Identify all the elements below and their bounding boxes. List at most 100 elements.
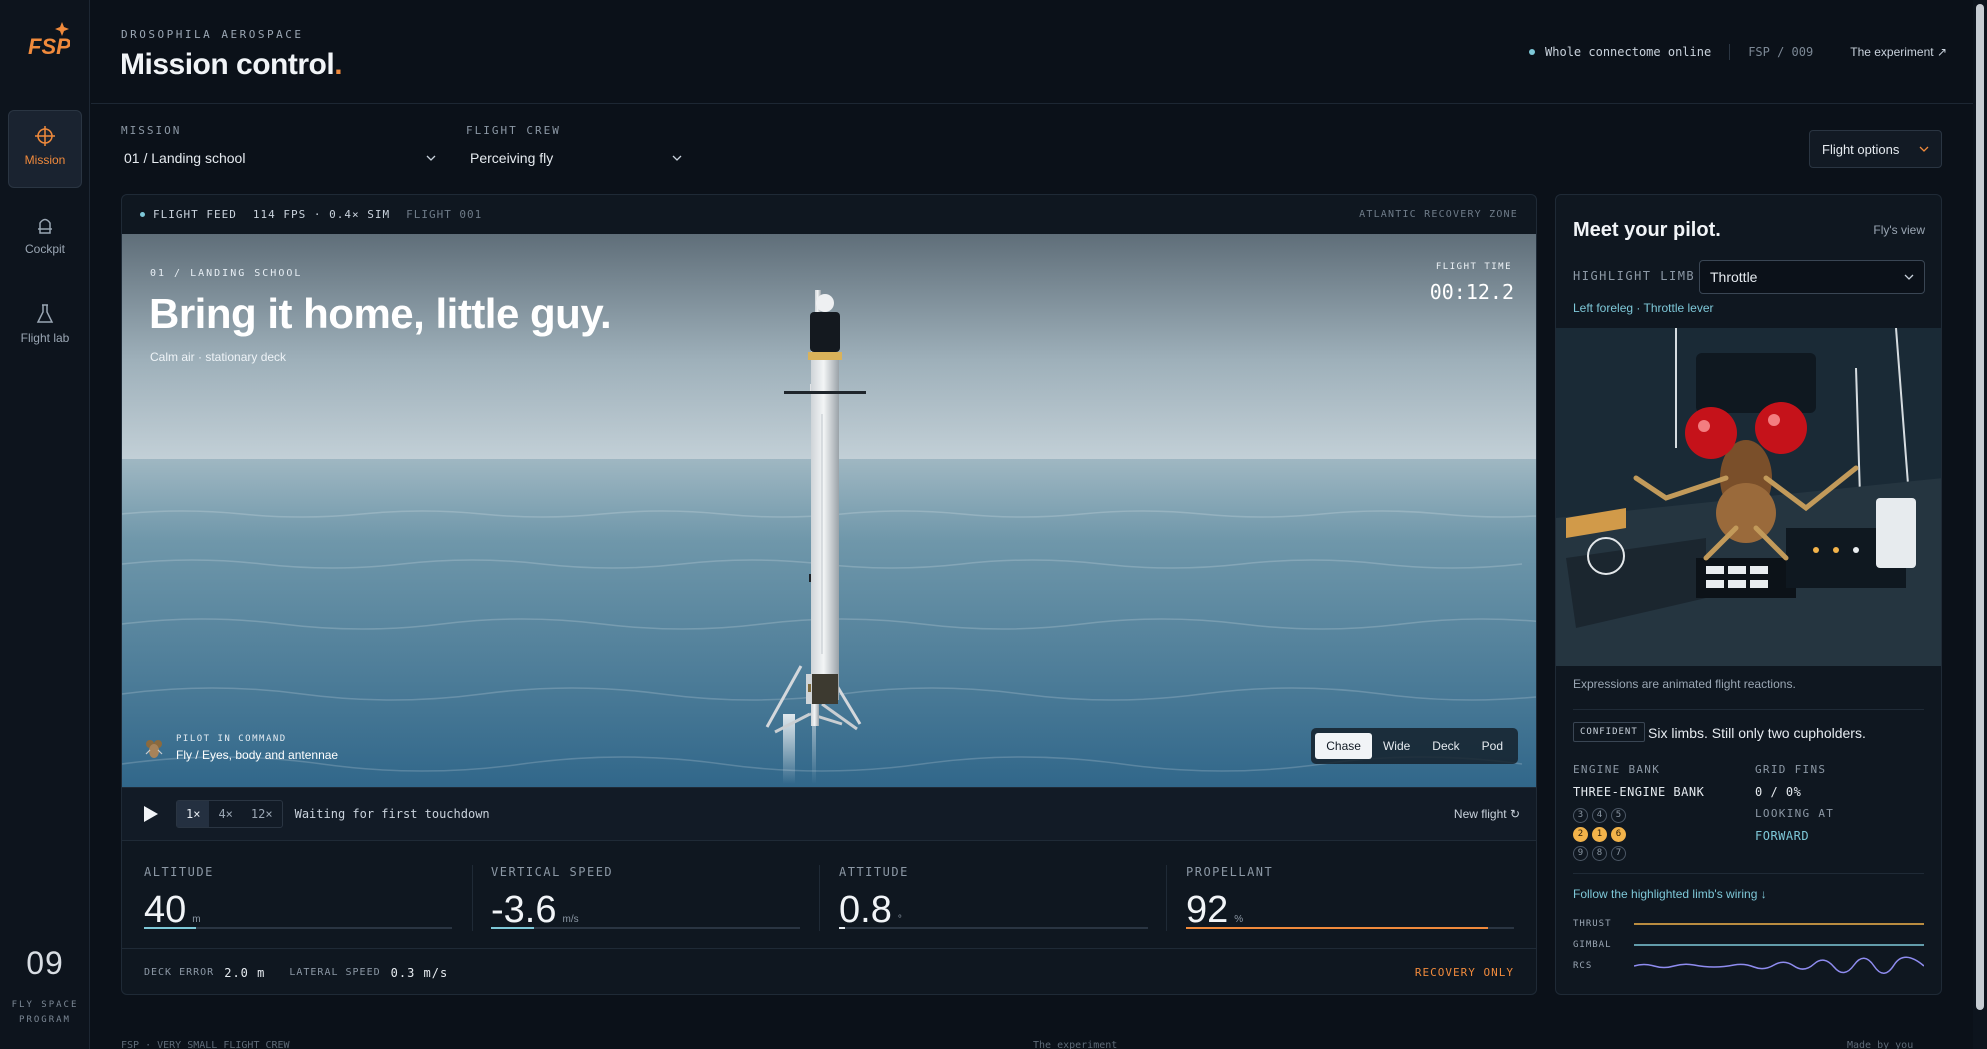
- new-flight-button[interactable]: New flight ↻: [1454, 807, 1520, 821]
- telemetry-value: 40: [144, 889, 187, 931]
- wire-trace-rcs: [1634, 956, 1924, 974]
- flight-options-button[interactable]: Flight options: [1809, 130, 1942, 168]
- telemetry-track: [144, 927, 452, 929]
- scene-headline: Bring it home, little guy.: [149, 290, 612, 337]
- divider: [1729, 44, 1731, 60]
- flight-options-label: Flight options: [1822, 141, 1900, 157]
- mission-code: FSP / 009: [1748, 45, 1814, 59]
- highlight-limb-value: Throttle: [1710, 269, 1758, 285]
- page-title: Mission control.: [120, 48, 343, 82]
- engine-bank-label: ENGINE BANK: [1573, 763, 1661, 776]
- telemetry-strip: ALTITUDE 40 m VERTICAL SPEED -3.6 m/s ATTI…: [122, 840, 1536, 948]
- divider: [1573, 873, 1924, 874]
- wire-label-gimbal: GIMBAL: [1573, 940, 1612, 950]
- live-dot-icon: [140, 212, 145, 217]
- highlight-limb-description: Left foreleg · Throttle lever: [1573, 301, 1714, 315]
- flys-view-link[interactable]: Fly's view: [1873, 223, 1925, 237]
- expression-note: Expressions are animated flight reaction…: [1573, 677, 1796, 691]
- sidebar-item-flight-lab[interactable]: Flight lab: [8, 289, 82, 367]
- page-scrollbar[interactable]: [1973, 0, 1987, 1049]
- flight-time-value: 00:12.2: [1429, 280, 1514, 304]
- telemetry-label: ATTITUDE: [839, 865, 909, 879]
- wiring-traces: [1634, 923, 1924, 974]
- telemetry-unit: m: [192, 914, 201, 925]
- grid-fins-value: 0 / 0%: [1755, 785, 1802, 799]
- engine-indicator: 6: [1611, 827, 1626, 842]
- flight-crew-label: FLIGHT CREW: [466, 124, 561, 137]
- highlight-limb-select[interactable]: Throttle: [1699, 260, 1925, 294]
- divider: [472, 865, 473, 931]
- footer-right: Made by you: [1847, 1040, 1914, 1049]
- speed-4x-button[interactable]: 4×: [209, 801, 241, 827]
- pilot-name: Fly / Eyes, body and antennae: [176, 748, 339, 762]
- sidebar-item-cockpit[interactable]: Cockpit: [8, 200, 82, 278]
- follow-wiring-link[interactable]: Follow the highlighted limb's wiring ↓: [1573, 887, 1767, 901]
- svg-text:FSP: FSP: [28, 34, 70, 59]
- fly-avatar: [145, 740, 163, 758]
- speed-12x-button[interactable]: 12×: [242, 801, 282, 827]
- telemetry-label: PROPELLANT: [1186, 865, 1274, 879]
- grid-fins-label: GRID FINS: [1755, 763, 1827, 776]
- fsp-logo[interactable]: FSP: [26, 18, 70, 62]
- camera-pod-button[interactable]: Pod: [1471, 733, 1514, 759]
- telemetry-fill: [839, 927, 846, 929]
- deck-error-label: DECK ERROR: [144, 967, 215, 978]
- telemetry-fill: [144, 927, 197, 929]
- telemetry-unit: %: [1234, 914, 1244, 925]
- sidebar-item-label: Mission: [24, 153, 66, 167]
- telemetry-label: ALTITUDE: [144, 865, 214, 879]
- footer-center-link[interactable]: The experiment: [1033, 1040, 1117, 1049]
- connectome-status: Whole connectome online: [1545, 45, 1712, 59]
- experiment-link[interactable]: The experiment ↗: [1850, 45, 1947, 59]
- sidebar-item-mission[interactable]: Mission: [8, 110, 82, 188]
- engine-bank-value: THREE-ENGINE BANK: [1573, 785, 1705, 799]
- flask-icon: [36, 304, 54, 323]
- telemetry-propellant: PROPELLANT 92%: [1186, 841, 1514, 949]
- sidebar-item-label: Flight lab: [20, 331, 70, 345]
- program-name: FLY SPACE PROGRAM: [0, 998, 90, 1028]
- mission-select[interactable]: 01 / Landing school: [124, 146, 436, 170]
- crosshair-icon: [35, 126, 55, 146]
- org-name: DROSOPHILA AEROSPACE: [121, 28, 304, 41]
- scene-subtitle: Calm air · stationary deck: [150, 350, 287, 364]
- page-footer: FSP · VERY SMALL FLIGHT CREW The experim…: [121, 1040, 1961, 1049]
- telemetry-value: 92: [1186, 889, 1229, 931]
- divider: [1166, 865, 1167, 931]
- header-divider: [91, 103, 1973, 104]
- scrollbar-thumb[interactable]: [1976, 4, 1984, 1010]
- camera-deck-button[interactable]: Deck: [1421, 733, 1470, 759]
- deck-error-value: 2.0 m: [224, 965, 266, 980]
- pilot-in-command: PILOT IN COMMAND Fly / Eyes, body and an…: [142, 734, 338, 762]
- pilot-panel: Meet your pilot. Fly's view HIGHLIGHT LI…: [1555, 194, 1942, 995]
- engine-indicator: 4: [1592, 808, 1607, 823]
- camera-switcher: Chase Wide Deck Pod: [1311, 728, 1518, 764]
- feed-label: FLIGHT FEED: [153, 208, 237, 221]
- telemetry-unit: m/s: [562, 914, 579, 925]
- speed-1x-button[interactable]: 1×: [177, 801, 210, 827]
- looking-at-label: LOOKING AT: [1755, 807, 1835, 820]
- title-dot: .: [334, 48, 343, 81]
- playback-status: Waiting for first touchdown: [294, 807, 490, 821]
- flight-crew-select[interactable]: Perceiving fly: [470, 146, 682, 170]
- chevron-down-icon: [1919, 146, 1929, 152]
- sidebar-item-label: Cockpit: [24, 242, 65, 256]
- telemetry-vertical-speed: VERTICAL SPEED -3.6 m/s: [491, 841, 800, 949]
- flight-footer: DECK ERROR 2.0 m LATERAL SPEED 0.3 m/s R…: [122, 948, 1536, 994]
- engine-indicator: 8: [1592, 846, 1607, 861]
- feed-bar: FLIGHT FEED 114 FPS · 0.4× SIM FLIGHT 00…: [122, 195, 1536, 234]
- telemetry-track: [839, 927, 1148, 929]
- play-icon[interactable]: [138, 802, 162, 826]
- program-number: 09: [26, 945, 64, 981]
- program-name-line: FLY SPACE: [11, 1000, 79, 1010]
- flight-viewport[interactable]: 01 / LANDING SCHOOL Bring it home, littl…: [122, 234, 1536, 787]
- camera-chase-button[interactable]: Chase: [1315, 733, 1372, 759]
- telemetry-value: 0.8: [839, 889, 892, 931]
- flight-crew-select-value: Perceiving fly: [470, 150, 554, 166]
- camera-wide-button[interactable]: Wide: [1372, 733, 1421, 759]
- feed-fps: 114 FPS · 0.4× SIM: [252, 208, 391, 221]
- lateral-speed-label: LATERAL SPEED: [289, 967, 381, 978]
- pilot-eyebrow: PILOT IN COMMAND: [176, 734, 287, 744]
- divider: [819, 865, 820, 931]
- sidebar: FSP Mission Cockpit Flight lab 09 FLY SP…: [0, 0, 90, 1049]
- chevron-down-icon: [426, 155, 436, 161]
